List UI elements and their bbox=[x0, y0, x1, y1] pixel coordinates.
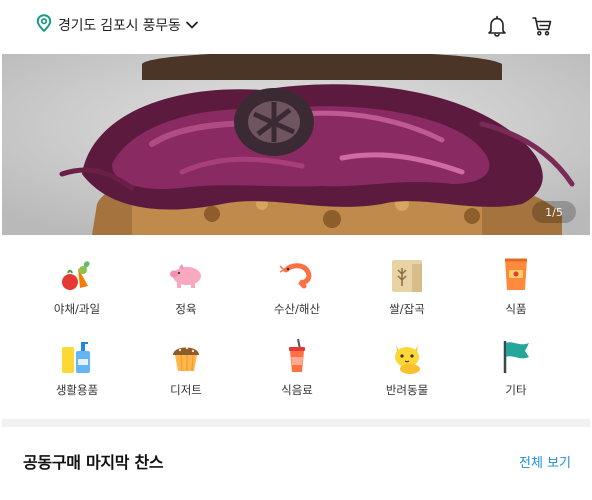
cat-icon bbox=[388, 337, 426, 375]
category-label: 반려동물 bbox=[385, 383, 429, 397]
map-pin-icon bbox=[36, 14, 52, 36]
banner-pager: 1/5 bbox=[532, 201, 576, 223]
category-label: 기타 bbox=[505, 383, 527, 397]
category-item-pet[interactable]: 반려동물 bbox=[352, 337, 462, 407]
shrimp-icon bbox=[278, 256, 316, 294]
location-selector[interactable]: 경기도 김포시 풍무동 bbox=[36, 13, 199, 37]
section-title: 공동구매 마지막 찬스 bbox=[23, 453, 164, 472]
category-label: 식음료 bbox=[281, 383, 313, 397]
drink-cup-icon bbox=[278, 337, 316, 375]
category-item-rice[interactable]: 쌀/잡곡 bbox=[352, 256, 462, 326]
flag-icon bbox=[497, 337, 535, 375]
rice-bag-icon bbox=[388, 256, 426, 294]
category-item-meat[interactable]: 정육 bbox=[131, 256, 241, 326]
category-item-seafood[interactable]: 수산/해산 bbox=[242, 256, 352, 326]
cupcake-icon bbox=[167, 337, 205, 375]
vegetable-fruit-icon bbox=[58, 256, 96, 294]
category-label: 야채/과일 bbox=[53, 302, 101, 316]
category-item-other[interactable]: 기타 bbox=[461, 337, 571, 407]
category-label: 디저트 bbox=[170, 383, 202, 397]
category-label: 쌀/잡곡 bbox=[389, 302, 425, 316]
bell-icon[interactable] bbox=[485, 14, 509, 38]
pig-icon bbox=[167, 256, 205, 294]
promo-banner[interactable]: 1/5 bbox=[2, 54, 590, 235]
banner-pager-text: 1/5 bbox=[545, 205, 563, 219]
snack-package-icon bbox=[497, 256, 535, 294]
top-header: 경기도 김포시 풍무동 bbox=[0, 0, 592, 54]
category-label: 정육 bbox=[175, 302, 197, 316]
category-item-beverage[interactable]: 식음료 bbox=[242, 337, 352, 407]
see-all-link[interactable]: 전체 보기 bbox=[519, 452, 571, 471]
category-item-vegetable-fruit[interactable]: 야채/과일 bbox=[22, 256, 132, 326]
category-label: 식품 bbox=[505, 302, 527, 316]
category-item-dessert[interactable]: 디저트 bbox=[131, 337, 241, 407]
section-divider bbox=[2, 419, 590, 427]
cart-icon[interactable] bbox=[530, 14, 554, 38]
category-item-food[interactable]: 식품 bbox=[461, 256, 571, 326]
category-grid: 야채/과일 정육 수산/해산 쌀/잡곡 식품 생활용품 디저트 식음료 반려동물… bbox=[0, 235, 592, 419]
category-label: 수산/해산 bbox=[273, 302, 321, 316]
household-goods-icon bbox=[58, 337, 96, 375]
location-label: 경기도 김포시 풍무동 bbox=[58, 18, 181, 34]
category-item-household[interactable]: 생활용품 bbox=[22, 337, 132, 407]
chevron-down-icon bbox=[185, 20, 199, 30]
category-label: 생활용품 bbox=[55, 383, 99, 397]
banner-image bbox=[2, 54, 590, 235]
